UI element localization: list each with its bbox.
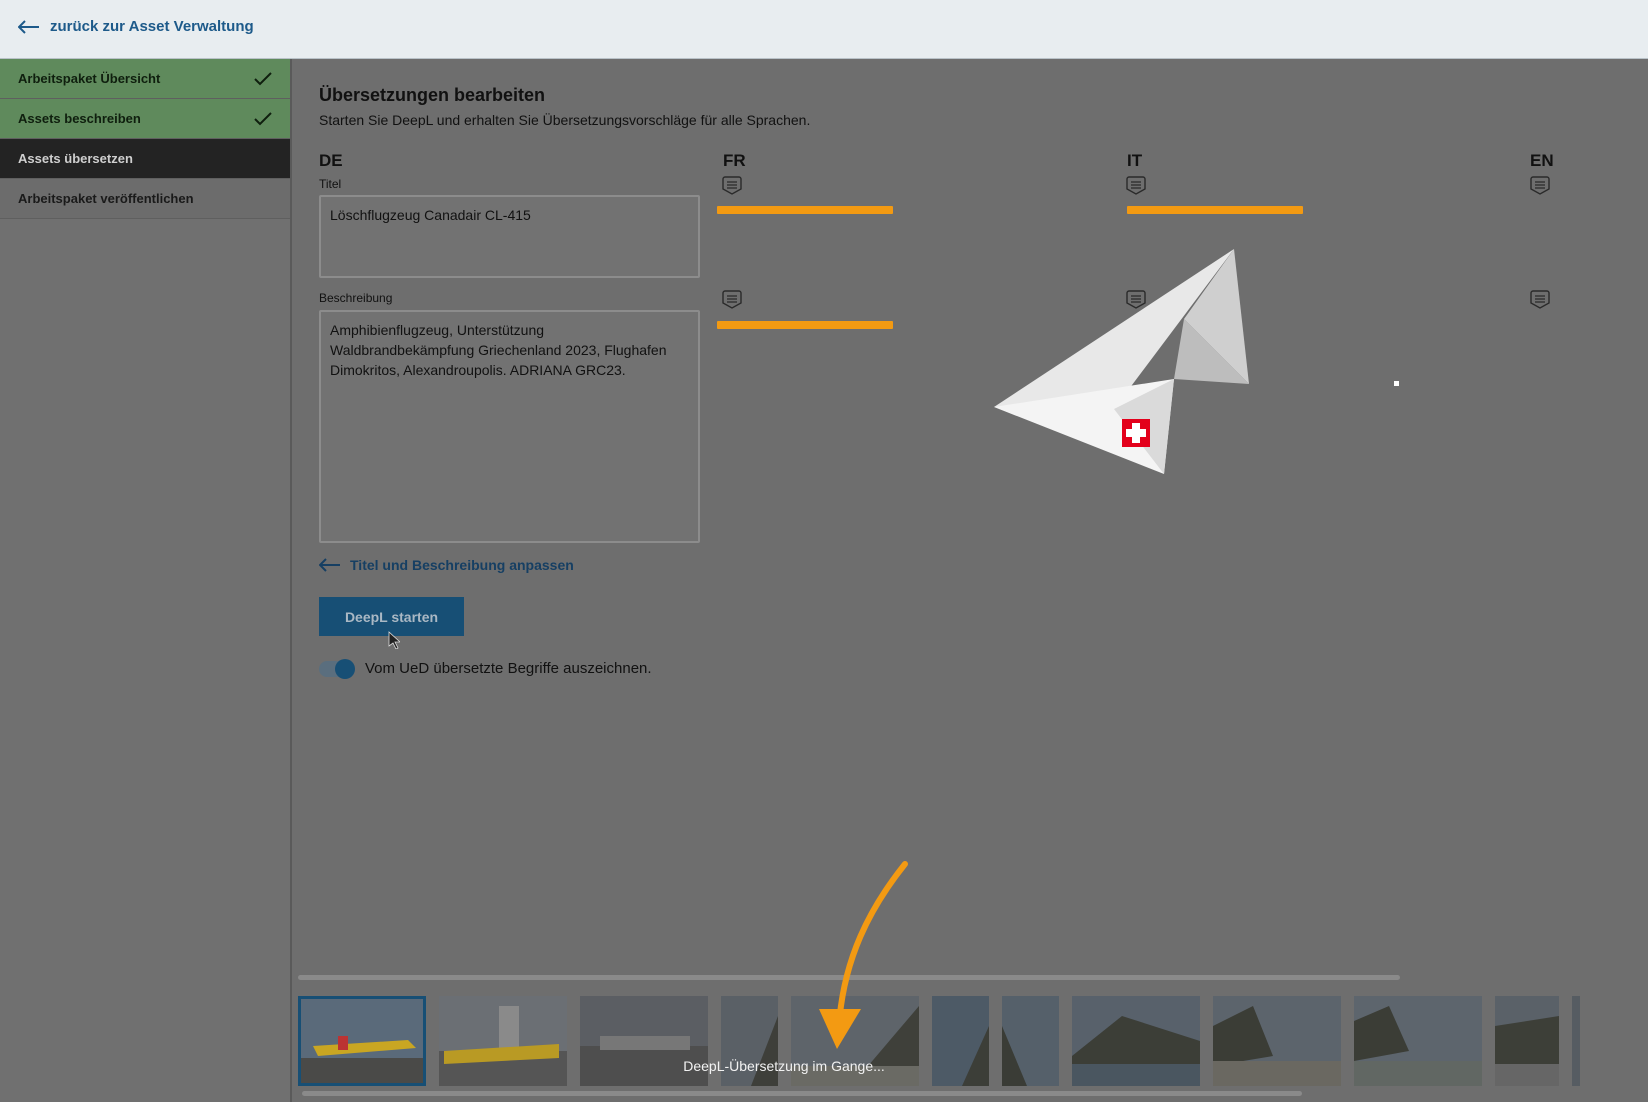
asset-filmstrip	[298, 996, 1648, 1086]
asset-thumbnail[interactable]	[298, 996, 426, 1086]
translation-suggestion-icon[interactable]	[1126, 176, 1146, 198]
asset-thumbnail[interactable]	[932, 996, 989, 1086]
asset-thumbnail[interactable]	[1354, 996, 1482, 1086]
sidebar-step-publish[interactable]: Arbeitspaket veröffentlichen	[0, 179, 290, 219]
sidebar-step-overview[interactable]: Arbeitspaket Übersicht	[0, 59, 290, 99]
language-header-en: EN	[1530, 151, 1554, 170]
asset-thumbnail[interactable]	[1072, 996, 1200, 1086]
translation-loading-bar	[717, 206, 893, 214]
page-subtitle: Starten Sie DeepL und erhalten Sie Übers…	[319, 112, 811, 128]
sidebar-step-label: Arbeitspaket veröffentlichen	[18, 191, 194, 206]
title-label: Titel	[319, 177, 342, 191]
arrow-left-icon	[319, 558, 340, 572]
sidebar-step-describe-assets[interactable]: Assets beschreiben	[0, 99, 290, 139]
mouse-cursor-icon	[388, 631, 400, 649]
asset-thumbnail[interactable]	[1495, 996, 1559, 1086]
filmstrip-scrollbar[interactable]	[302, 1091, 1302, 1096]
highlight-terms-toggle[interactable]	[319, 658, 355, 679]
toggle-knob	[335, 658, 355, 679]
translation-suggestion-icon[interactable]	[1530, 176, 1550, 198]
asset-thumbnail[interactable]	[439, 996, 567, 1086]
language-header-it: IT	[1127, 151, 1143, 170]
workflow-sidebar: Arbeitspaket Übersicht Assets beschreibe…	[0, 59, 292, 1102]
translation-suggestion-icon[interactable]	[722, 176, 742, 198]
translation-loading-bar	[1127, 206, 1303, 214]
translation-suggestion-icon[interactable]	[1530, 290, 1550, 312]
back-link-label: zurück zur Asset Verwaltung	[50, 18, 254, 35]
top-bar: zurück zur Asset Verwaltung	[0, 0, 1648, 59]
sidebar-step-label: Assets beschreiben	[18, 111, 141, 126]
checkmark-icon	[254, 111, 272, 125]
checkmark-icon	[254, 71, 272, 85]
asset-thumbnail[interactable]	[1213, 996, 1341, 1086]
arrow-left-icon	[18, 19, 39, 34]
sidebar-step-translate-assets[interactable]: Assets übersetzen	[0, 139, 290, 179]
loading-dot	[1394, 381, 1399, 386]
sidebar-step-label: Assets übersetzen	[18, 151, 133, 166]
asset-thumbnail[interactable]	[1002, 996, 1059, 1086]
paper-plane-loader-icon	[994, 249, 1249, 474]
language-header-de: DE	[319, 151, 343, 170]
main-content: Übersetzungen bearbeiten Starten Sie Dee…	[294, 59, 1648, 1102]
sidebar-step-label: Arbeitspaket Übersicht	[18, 71, 161, 86]
toggle-label: Vom UeD übersetzte Begriffe auszeichnen.	[365, 660, 652, 677]
page-title: Übersetzungen bearbeiten	[319, 85, 546, 105]
description-label: Beschreibung	[319, 291, 393, 305]
translation-status-text: DeepL-Übersetzung im Gange...	[683, 1058, 885, 1074]
orange-arrow-down-icon	[819, 861, 908, 1049]
translation-loading-bar	[717, 321, 893, 329]
asset-thumbnail[interactable]	[1572, 996, 1580, 1086]
adjust-link-label: Titel und Beschreibung anpassen	[350, 557, 574, 573]
title-input[interactable]: Löschflugzeug Canadair CL-415	[319, 195, 700, 278]
language-header-fr: FR	[723, 151, 746, 170]
adjust-title-description-link[interactable]: Titel und Beschreibung anpassen	[319, 557, 574, 573]
back-to-asset-management-link[interactable]: zurück zur Asset Verwaltung	[18, 18, 254, 35]
translation-suggestion-icon[interactable]	[722, 290, 742, 312]
description-textarea[interactable]: Amphibienflugzeug, Unterstützung Waldbra…	[319, 310, 700, 543]
highlight-terms-toggle-row: Vom UeD übersetzte Begriffe auszeichnen.	[319, 658, 652, 679]
